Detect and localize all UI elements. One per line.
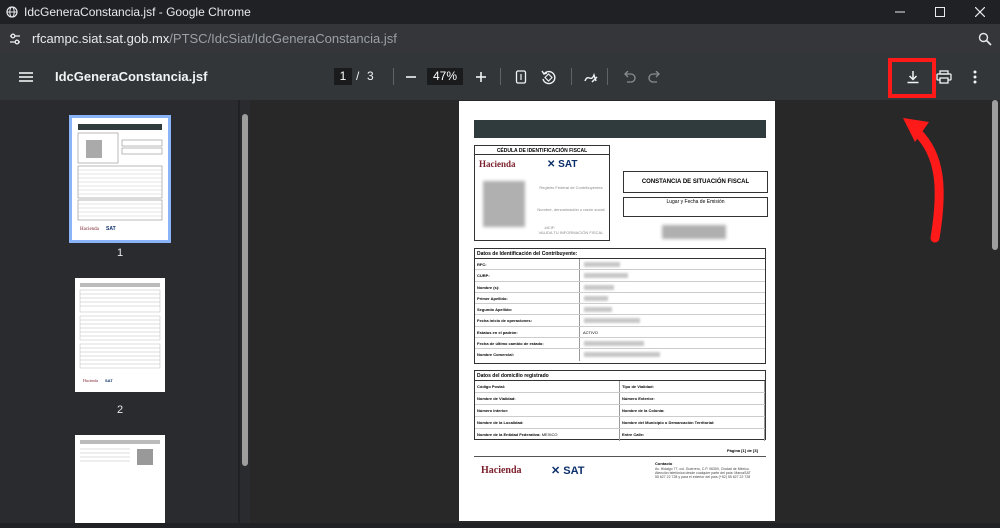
zoom-in-icon[interactable] <box>469 65 493 89</box>
globe-icon <box>6 6 18 18</box>
registro-text: Registro Federal de Contribuyentes <box>539 185 603 190</box>
estatus-value: ACTIVO <box>583 329 598 335</box>
more-icon[interactable] <box>963 65 987 89</box>
thumbnail-label-1: 1 <box>116 247 124 259</box>
close-icon[interactable] <box>960 0 1000 24</box>
rotate-icon[interactable] <box>536 65 560 89</box>
minimize-icon[interactable] <box>880 0 920 24</box>
document-name: IdcGeneraConstancia.jsf <box>55 69 208 84</box>
valida-text: VALIDA TU INFORMACIÓN FISCAL <box>538 230 604 235</box>
redo-icon[interactable] <box>643 65 667 89</box>
search-icon[interactable] <box>970 32 1000 46</box>
download-highlight-box <box>888 58 936 98</box>
sat-logo: ✕ SAT <box>547 159 578 170</box>
lugar-fecha: Lugar y Fecha de Emisión <box>623 197 768 217</box>
footer-divider <box>474 456 766 457</box>
svg-text:Hacienda: Hacienda <box>80 227 100 232</box>
toolbar-divider <box>607 68 608 85</box>
sat-footer-logo: ✕ SAT <box>551 465 585 477</box>
svg-text:SAT: SAT <box>106 226 116 232</box>
table-row: Segundo Apellido: <box>475 304 765 316</box>
svg-text:Hacienda: Hacienda <box>83 378 98 383</box>
fecha-redacted <box>662 225 726 239</box>
table-row: Fecha inicio de operaciones: <box>475 315 765 327</box>
zoom-out-icon[interactable] <box>399 65 423 89</box>
table-row: Nombre de Vialidad: Número Exterior: <box>475 393 765 405</box>
url-path: /PTSC/IdcSiat/IdcGeneraConstancia.jsf <box>169 31 397 46</box>
url-domain: rfcampc.siat.sat.gob.mx <box>32 31 170 46</box>
annotate-icon[interactable] <box>579 65 603 89</box>
red-arrow-annotation <box>903 118 944 243</box>
page-thumbnail-1[interactable]: Hacienda SAT <box>69 115 171 243</box>
nombre-razon-text: Nombre, denominación o razón social <box>537 207 605 212</box>
entidad-value: MEXICO <box>541 432 558 437</box>
toolbar-divider <box>500 68 501 85</box>
contacto-title: Contacto <box>655 461 673 466</box>
sidebar-scrollbar-thumb[interactable] <box>242 114 248 466</box>
table-row: Nombre Comercial: <box>475 349 765 361</box>
viewer-scrollbar-thumb[interactable] <box>992 100 998 250</box>
hacienda-footer-text: Hacienda <box>481 465 522 476</box>
identificacion-section: Datos de Identificación del Contribuyent… <box>474 248 766 364</box>
toolbar-divider <box>393 68 394 85</box>
table-row: Número Interior: Nombre de la Colonia: <box>475 405 765 417</box>
lugar-fecha-label: Lugar y Fecha de Emisión <box>666 199 725 205</box>
address-bar[interactable]: rfcampc.siat.sat.gob.mx/PTSC/IdcSiat/Idc… <box>0 24 1000 53</box>
hacienda-text: Hacienda <box>479 159 516 169</box>
table-row: Nombre de la Entidad Federativa: MEXICO … <box>475 429 765 441</box>
table-row: Fecha de último cambio de estado: <box>475 338 765 350</box>
site-info-icon[interactable] <box>6 32 24 46</box>
table-row: CURP: <box>475 270 765 282</box>
table-row: RFC: <box>475 259 765 271</box>
table-row: Primer Apellido: <box>475 292 765 305</box>
table-row: Nombre (s): <box>475 281 765 293</box>
page-thumbnail-2[interactable]: Hacienda SAT <box>75 278 165 392</box>
header-band <box>474 120 766 138</box>
hacienda-footer-logo: Hacienda <box>481 465 522 476</box>
maximize-icon[interactable] <box>920 0 960 24</box>
table-row: Código Postal: Tipo de Vialidad: <box>475 381 765 393</box>
constancia-title: CONSTANCIA DE SITUACIÓN FISCAL <box>623 171 768 193</box>
window-titlebar: IdcGeneraConstancia.jsf - Google Chrome <box>0 0 1000 24</box>
page-separator: / <box>356 69 360 83</box>
zoom-level-input[interactable]: 47% <box>427 68 463 85</box>
cedula-box: CÉDULA DE IDENTIFICACIÓN FISCAL Hacienda… <box>474 145 610 241</box>
thumbnail-label-2: 2 <box>116 404 124 416</box>
hacienda-logo: Hacienda <box>479 159 516 169</box>
page-total: 3 <box>367 69 374 83</box>
toolbar-divider <box>571 68 572 85</box>
sat-footer-text: SAT <box>563 465 585 477</box>
window-title: IdcGeneraConstancia.jsf - Google Chrome <box>24 5 251 19</box>
page-number-input[interactable]: 1 <box>334 68 352 85</box>
identificacion-title: Datos de Identificación del Contribuyent… <box>475 249 765 259</box>
sat-text: SAT <box>558 159 578 170</box>
table-row: Nombre de la Localidad: Nombre del Munici… <box>475 417 765 429</box>
pdf-page: CÉDULA DE IDENTIFICACIÓN FISCAL Hacienda… <box>459 101 775 521</box>
page-indicator: Página [1] de [3] <box>727 448 758 453</box>
domicilio-title: Datos del domicilio registrado <box>475 371 765 381</box>
undo-icon[interactable] <box>617 65 641 89</box>
table-row: Estatus en el padrón: ACTIVO <box>475 326 765 339</box>
fit-page-icon[interactable] <box>509 65 533 89</box>
page-thumbnail-3[interactable] <box>75 435 165 523</box>
contacto-text: Av. Hidalgo 77, col. Guerrero, C.P. 0630… <box>655 467 751 479</box>
cedula-title: CÉDULA DE IDENTIFICACIÓN FISCAL <box>475 146 609 155</box>
photo-placeholder <box>483 181 525 227</box>
url-text[interactable]: rfcampc.siat.sat.gob.mx/PTSC/IdcSiat/Idc… <box>32 31 970 46</box>
domicilio-section: Datos del domicilio registrado Código Po… <box>474 370 766 441</box>
identificacion-rows: RFC: CURP: Nombre (s): Primer Apellido: … <box>475 259 765 361</box>
menu-icon[interactable] <box>19 71 39 83</box>
svg-text:SAT: SAT <box>105 378 113 383</box>
